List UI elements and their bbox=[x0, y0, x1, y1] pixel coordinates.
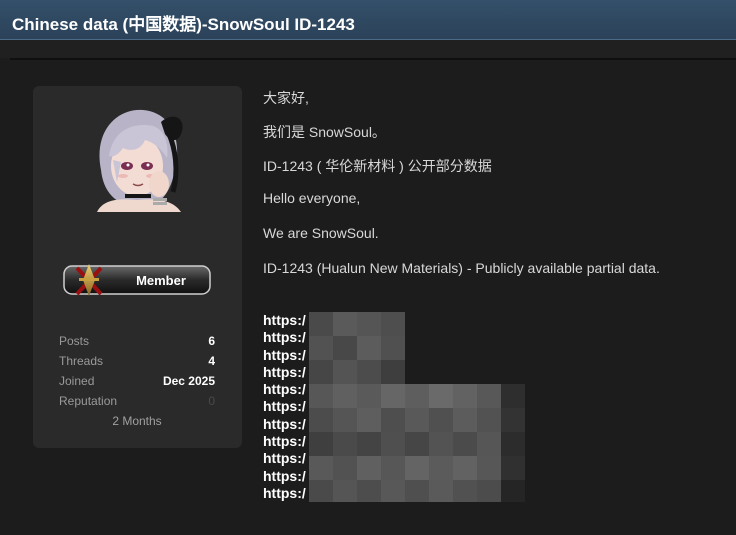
member-tenure: 2 Months bbox=[112, 414, 162, 428]
stat-label: Reputation bbox=[59, 394, 118, 408]
user-avatar[interactable] bbox=[83, 100, 195, 212]
title-spacer bbox=[0, 40, 736, 58]
download-link[interactable]: https:/ bbox=[263, 364, 306, 381]
download-link[interactable]: https:/ bbox=[263, 381, 306, 398]
download-link[interactable]: https:/ bbox=[263, 450, 306, 467]
post-line: ID-1243 (Hualun New Materials) - Publicl… bbox=[263, 260, 660, 276]
download-link[interactable]: https:/ bbox=[263, 433, 306, 450]
rank-badge-member: Member bbox=[63, 262, 211, 298]
stat-value: 0 bbox=[208, 394, 215, 408]
post-line: ID-1243 ( 华伦新材料 ) 公开部分数据 bbox=[263, 158, 492, 174]
download-link[interactable]: https:/ bbox=[263, 485, 306, 502]
stat-value: 4 bbox=[208, 354, 215, 368]
thread-title: Chinese data (中国数据)-SnowSoul ID-1243 bbox=[12, 15, 355, 34]
stat-value: 6 bbox=[208, 334, 215, 348]
stat-joined: Joined Dec 2025 bbox=[59, 372, 215, 392]
post-line: Hello everyone, bbox=[263, 190, 361, 206]
divider bbox=[10, 58, 736, 60]
download-link[interactable]: https:/ bbox=[263, 347, 306, 364]
download-link[interactable]: https:/ bbox=[263, 398, 306, 415]
author-stats: Posts 6 Threads 4 Joined Dec 2025 Reputa… bbox=[59, 332, 215, 428]
post-line: 大家好, bbox=[263, 90, 309, 106]
stat-posts: Posts 6 bbox=[59, 332, 215, 352]
post-line: 我们是 SnowSoul。 bbox=[263, 124, 386, 140]
stat-label: Threads bbox=[59, 354, 104, 368]
stat-threads: Threads 4 bbox=[59, 352, 215, 372]
pixelated-redaction bbox=[309, 312, 525, 502]
thread-title-bar: Chinese data (中国数据)-SnowSoul ID-1243 bbox=[0, 0, 736, 40]
download-link[interactable]: https:/ bbox=[263, 329, 306, 346]
stat-label: Joined bbox=[59, 374, 95, 388]
post-line: We are SnowSoul. bbox=[263, 225, 379, 241]
download-link[interactable]: https:/ bbox=[263, 468, 306, 485]
author-profile-card: Member Posts 6 Threads 4 Joined Dec 2025… bbox=[33, 86, 242, 448]
rank-label: Member bbox=[136, 273, 186, 288]
stat-value: Dec 2025 bbox=[162, 374, 215, 388]
stat-reputation: Reputation 0 bbox=[59, 392, 215, 412]
download-link[interactable]: https:/ bbox=[263, 312, 306, 329]
stat-label: Posts bbox=[59, 334, 90, 348]
download-link[interactable]: https:/ bbox=[263, 416, 306, 433]
download-links: https:/ https:/ https:/ https:/ https:/ … bbox=[263, 312, 306, 502]
anime-avatar-icon bbox=[83, 100, 195, 212]
